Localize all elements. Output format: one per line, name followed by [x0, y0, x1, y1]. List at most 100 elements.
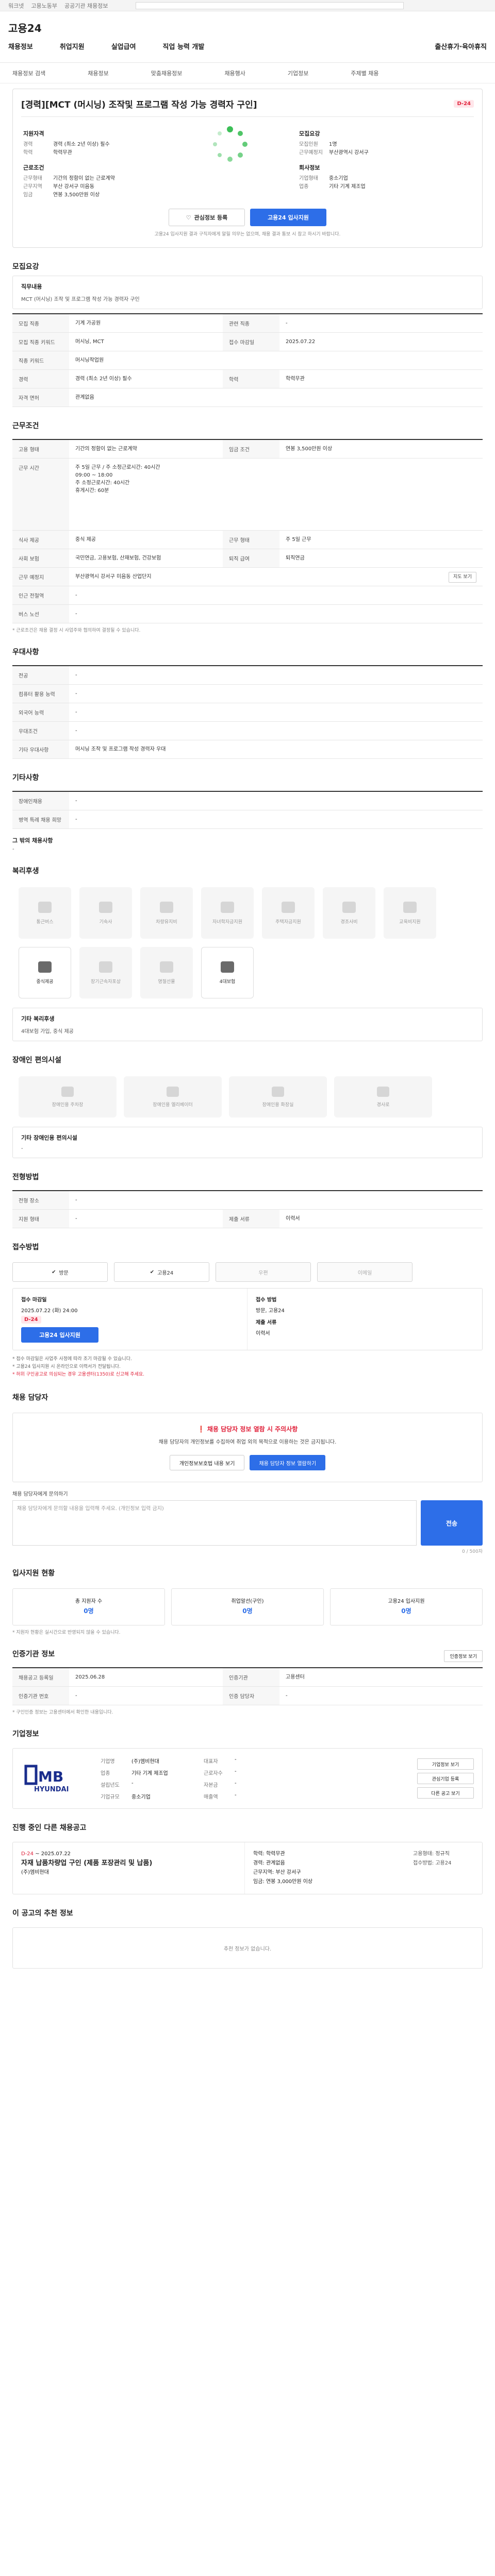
ramp-icon: [377, 1086, 389, 1097]
table-cell: -: [286, 320, 288, 326]
kv-key: 근무예정지: [299, 150, 323, 156]
worktime-detail: 주 소정근로시간: 40시간: [75, 480, 130, 486]
table-header: 장애인채용: [12, 792, 69, 810]
disability-label: 경사로: [376, 1102, 390, 1108]
company-follow-button[interactable]: 관심기업 등록: [417, 1773, 474, 1784]
other-job-card[interactable]: D-24 ~ 2025.07.22 자재 납품차량업 구인 (제품 포장관리 및…: [12, 1842, 483, 1894]
verify-info-button[interactable]: 인증정보 보기: [444, 1650, 483, 1662]
section-title: 전형방법: [12, 1173, 39, 1181]
section-title: 기업정보: [12, 1730, 39, 1738]
apply-methods: ✔ 방문 ✔ 고용24 우편 이메일: [12, 1262, 483, 1282]
table-row: 고용 형태 기간의 정함이 없는 근로계약 임금 조건 연봉 3,500만원 이상: [12, 440, 483, 459]
sub-title: 그 밖의 채용사항: [12, 837, 53, 844]
company-other-jobs-button[interactable]: 다른 공고 보기: [417, 1787, 474, 1799]
scrap-button[interactable]: ♡ 관심정보 등록: [169, 209, 245, 226]
kv-key: 기업규모: [101, 1794, 120, 1800]
section-title: 인증기관 정보: [12, 1650, 55, 1658]
other-job-side: 고용형태: 정규직 접수방법: 고용24: [405, 1842, 482, 1894]
menu-item-training[interactable]: 직업 능력 개발: [163, 41, 205, 51]
subnav-item[interactable]: 기업정보: [288, 69, 308, 77]
table-header: 근무 예정지: [12, 568, 69, 586]
loading-spinner-icon: [213, 126, 248, 162]
table-cell: 머시닝작업원: [75, 358, 104, 363]
site-logo[interactable]: 고용24: [8, 20, 42, 35]
alert-heading-text: 채용 담당자 정보 열람 시 주의사항: [207, 1426, 298, 1433]
welfare-icon: [221, 901, 234, 913]
welfare-icon: [403, 901, 417, 913]
table-row: 자격 면허 관계없음: [12, 388, 483, 407]
status-label: 고용24 입사지원: [388, 1599, 425, 1604]
kv-value: 부산 강서구 미음동: [53, 184, 94, 190]
welfare-item: 자녀학자금지원: [201, 887, 254, 939]
summary-right: 모집요강 모집인원 1명 근무예정지 부산광역시 강서구 회사정보 기업형태 중소기업…: [253, 123, 472, 199]
subnav-item[interactable]: 주제별 채용: [351, 69, 378, 77]
box-desc: -: [21, 1146, 23, 1151]
apply-button[interactable]: 고용24 입사지원: [250, 209, 326, 226]
method-line: 방문, 고용24: [256, 1308, 285, 1314]
inquiry-label: 채용 담당자에게 문의하기: [12, 1492, 68, 1497]
meta-line: 근무지역: 부산 강서구: [253, 1870, 301, 1875]
subnav-item[interactable]: 맞춤채용정보: [151, 69, 183, 77]
table-row: 기타 우대사항 머시닝 조작 및 프로그램 작성 경력자 우대: [12, 740, 483, 759]
heart-icon: ♡: [186, 214, 191, 221]
contact-section: 채용 담당자 ❗ 채용 담당자 정보 열람 시 주의사항 채용 담당자의 개인정…: [12, 1392, 483, 1554]
menu-item-benefit[interactable]: 실업급여: [111, 41, 136, 51]
kv-value: 중소기업: [131, 1794, 151, 1800]
table-header: 퇴직 급여: [223, 549, 279, 567]
company-info-grid: 기업명 (주)엠비현대 대표자 - 업종 기타 기계 제조업 근로자수 - 설립년도 - …: [101, 1757, 317, 1800]
menu-item-support[interactable]: 취업지원: [60, 41, 85, 51]
company-info-button[interactable]: 기업정보 보기: [417, 1758, 474, 1770]
table-header: 컴퓨터 활용 능력: [12, 685, 69, 703]
topbar-link[interactable]: 공공기관 채용정보: [64, 2, 108, 10]
inquiry-textarea[interactable]: 채용 담당자에게 문의할 내용을 입력해 주세요. (개인정보 입력 금지): [12, 1500, 417, 1546]
menu-item-jobs[interactable]: 채용정보: [8, 41, 33, 51]
subnav-item[interactable]: 채용행사: [224, 69, 245, 77]
view-contact-button[interactable]: 채용 담당자 정보 열람하기: [250, 1455, 326, 1470]
table-cell: 경력 (최소 2년 이상) 필수: [75, 376, 132, 382]
note-line: * 고용24 입사지원 시 온라인으로 이력서가 전달됩니다.: [12, 1364, 121, 1369]
alert-text: 채용 담당자의 개인정보를 수집하여 취업 외의 목적으로 이용하는 것은 금지…: [158, 1439, 337, 1445]
other-job-title[interactable]: 자재 납품차량업 구인 (제품 포장관리 및 납품): [21, 1859, 236, 1868]
check-icon: ✔: [150, 1269, 155, 1275]
table-header: 접수 마감일: [223, 333, 279, 351]
other-section: 기타사항 장애인채용 - 병역 특례 채용 희망 - 그 밖의 채용사항 -: [12, 772, 483, 852]
scrap-button-label: 관심정보 등록: [194, 214, 228, 221]
topbar-link[interactable]: 고용노동부: [31, 2, 57, 10]
summary-heading: 회사정보: [299, 164, 320, 171]
recommend-empty: 추천 정보가 없습니다.: [12, 1927, 483, 1969]
sub-value: -: [12, 846, 14, 852]
welfare-label: 명절선물: [158, 979, 175, 985]
top-search-input[interactable]: [136, 2, 404, 9]
welfare-label: 경조사비: [340, 919, 358, 925]
kv-value: 경력 (최소 2년 이상) 필수: [53, 142, 110, 147]
note-line: * 접수 마감일은 사업주 사정에 따라 조기 마감될 수 있습니다.: [12, 1357, 132, 1362]
logo-mark-text: MB: [38, 1768, 63, 1785]
kv-key: 자본금: [204, 1783, 218, 1788]
table-row: 인근 전철역 -: [12, 586, 483, 605]
other-jobs-section: 진행 중인 다른 채용공고 D-24 ~ 2025.07.22 자재 납품차량업…: [12, 1822, 483, 1894]
table-cell: 부산광역시 강서구 미음동 산업단지 지도 보기: [69, 568, 483, 586]
table-cell: 고용센터: [286, 1674, 305, 1680]
privacy-law-button[interactable]: 개인정보보호법 내용 보기: [169, 1455, 245, 1470]
job-description-box: 직무내용 MCT (머시닝) 조작 및 프로그램 작성 가능 경력자 구인: [12, 276, 483, 309]
table-header: 직종 키워드: [12, 351, 69, 369]
map-button[interactable]: 지도 보기: [449, 572, 476, 583]
kv-value: 학력무관: [53, 150, 72, 156]
box-title: 직무내용: [21, 283, 42, 290]
recommend-section: 이 공고의 추천 정보 추천 정보가 없습니다.: [12, 1908, 483, 1969]
topbar-link[interactable]: 워크넷: [8, 2, 24, 10]
box-title: 기타 장애인용 편의시설: [21, 1134, 77, 1141]
kv-key: 매출액: [204, 1794, 218, 1800]
table-header: 근무 시간: [12, 459, 69, 530]
disability-label: 장애인용 엘리베이터: [153, 1102, 193, 1108]
table-row: 모집 직종 키워드 머시닝, MCT 접수 마감일 2025.07.22: [12, 333, 483, 351]
method-online: ✔ 고용24: [114, 1262, 209, 1282]
apply-online-button[interactable]: 고용24 입사지원: [21, 1327, 98, 1343]
table-header: 관련 직종: [223, 314, 279, 332]
menu-item-leave[interactable]: 출산휴가·육아휴직: [435, 41, 487, 51]
subnav-item[interactable]: 채용정보 검색: [12, 69, 45, 77]
box-desc: 4대보험 가입, 중식 제공: [21, 1029, 74, 1035]
table-cell: 퇴직연금: [286, 555, 305, 561]
inquiry-send-button[interactable]: 전송: [421, 1500, 483, 1546]
subnav-item[interactable]: 채용정보: [88, 69, 108, 77]
